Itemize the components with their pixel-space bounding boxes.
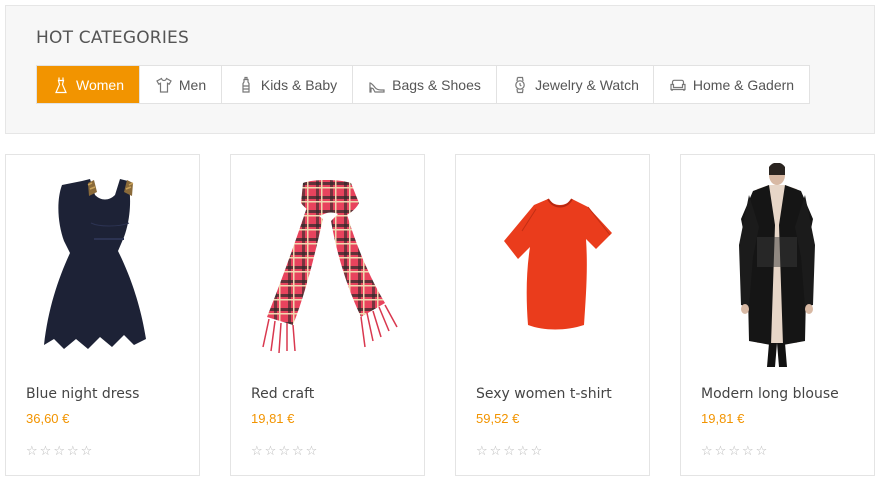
star-empty-icon: ☆	[66, 443, 79, 458]
star-empty-icon: ☆	[291, 443, 304, 458]
star-empty-icon: ☆	[489, 443, 502, 458]
star-empty-icon: ☆	[728, 443, 740, 458]
product-price: 19,81 €	[251, 411, 295, 426]
baby-bottle-icon	[237, 76, 255, 94]
tshirt-icon	[155, 76, 173, 94]
product-card[interactable]: Blue night dress 36,60 € ☆ ☆ ☆ ☆ ☆	[5, 154, 200, 476]
star-empty-icon: ☆	[714, 443, 727, 458]
product-card[interactable]: Sexy women t-shirt 59,52 € ☆ ☆ ☆ ☆ ☆	[455, 154, 650, 476]
navy-dress-image[interactable]	[16, 163, 189, 368]
rating-stars: ☆ ☆ ☆ ☆ ☆	[251, 444, 317, 457]
star-empty-icon: ☆	[39, 443, 52, 458]
tab-women[interactable]: Women	[37, 66, 140, 103]
star-empty-icon: ☆	[701, 443, 713, 458]
product-name[interactable]: Red craft	[251, 386, 314, 402]
category-tabs: Women Men Kids & Baby Bags & Shoes Jewel…	[36, 65, 810, 104]
product-price: 59,52 €	[476, 411, 520, 426]
tab-label: Men	[178, 76, 207, 93]
product-name[interactable]: Sexy women t-shirt	[476, 386, 612, 402]
star-empty-icon: ☆	[516, 443, 529, 458]
tab-kids-baby[interactable]: Kids & Baby	[222, 66, 353, 103]
product-price: 36,60 €	[26, 411, 70, 426]
star-empty-icon: ☆	[476, 443, 488, 458]
hot-categories-panel: HOT CATEGORIES Women Men Kids & Baby Bag…	[5, 5, 875, 134]
tab-label: Bags & Shoes	[392, 76, 481, 93]
tab-men[interactable]: Men	[140, 66, 222, 103]
star-empty-icon: ☆	[251, 443, 263, 458]
star-empty-icon: ☆	[755, 443, 768, 458]
star-empty-icon: ☆	[503, 443, 515, 458]
watch-icon	[511, 76, 529, 94]
rating-stars: ☆ ☆ ☆ ☆ ☆	[476, 444, 542, 457]
product-price: 19,81 €	[701, 411, 745, 426]
red-tshirt-image[interactable]	[466, 163, 639, 368]
rating-stars: ☆ ☆ ☆ ☆ ☆	[26, 444, 92, 457]
star-empty-icon: ☆	[53, 443, 65, 458]
star-empty-icon: ☆	[264, 443, 277, 458]
star-empty-icon: ☆	[741, 443, 754, 458]
high-heel-icon	[368, 76, 386, 94]
star-empty-icon: ☆	[278, 443, 290, 458]
long-blouse-image[interactable]	[691, 163, 864, 368]
tab-home-garden[interactable]: Home & Gadern	[654, 66, 809, 103]
tab-label: Jewelry & Watch	[535, 76, 639, 93]
tab-label: Home & Gadern	[692, 76, 795, 93]
star-empty-icon: ☆	[530, 443, 543, 458]
product-name[interactable]: Blue night dress	[26, 386, 139, 402]
tab-jewelry-watch[interactable]: Jewelry & Watch	[497, 66, 654, 103]
star-empty-icon: ☆	[26, 443, 38, 458]
product-card[interactable]: Modern long blouse 19,81 € ☆ ☆ ☆ ☆ ☆	[680, 154, 875, 476]
section-title: HOT CATEGORIES	[36, 28, 189, 48]
dress-icon	[52, 76, 70, 94]
product-name[interactable]: Modern long blouse	[701, 386, 839, 402]
star-empty-icon: ☆	[80, 443, 93, 458]
sofa-icon	[669, 76, 687, 94]
tab-label: Women	[76, 76, 124, 93]
plaid-scarf-image[interactable]	[241, 163, 414, 368]
rating-stars: ☆ ☆ ☆ ☆ ☆	[701, 444, 767, 457]
product-card[interactable]: Red craft 19,81 € ☆ ☆ ☆ ☆ ☆	[230, 154, 425, 476]
star-empty-icon: ☆	[305, 443, 318, 458]
tab-label: Kids & Baby	[260, 76, 338, 93]
product-grid: Blue night dress 36,60 € ☆ ☆ ☆ ☆ ☆ Red c…	[5, 154, 876, 476]
tab-bags-shoes[interactable]: Bags & Shoes	[353, 66, 497, 103]
